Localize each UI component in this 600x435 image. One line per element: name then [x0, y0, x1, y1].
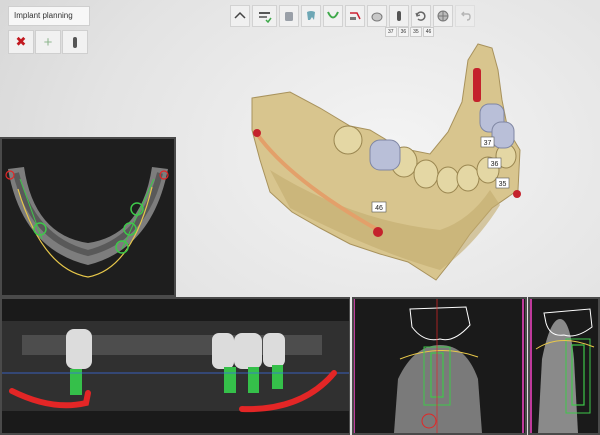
svg-text:36: 36	[491, 161, 499, 168]
arch-button[interactable]	[323, 5, 344, 27]
tooth-label-37: 37	[480, 136, 495, 148]
scan-button[interactable]	[345, 5, 366, 27]
scan-icon	[350, 12, 361, 20]
arch-icon	[327, 11, 340, 19]
undo-icon	[461, 11, 471, 21]
sphere-button[interactable]	[367, 5, 388, 27]
globe-icon	[437, 10, 449, 22]
3d-mandible-view[interactable]: 37 36 35 46	[230, 30, 550, 290]
crown-icon	[285, 12, 294, 21]
implant-icon	[397, 11, 402, 21]
implant-button[interactable]	[62, 30, 88, 54]
tooth-label-35: 35	[495, 177, 510, 189]
nerve-tracing-button[interactable]	[251, 5, 278, 27]
panoramic-view[interactable]	[0, 297, 350, 435]
cross-section-view-2[interactable]	[528, 297, 600, 435]
nerve-end-marker	[513, 190, 521, 198]
nerve-tracing-icon	[258, 12, 272, 23]
collapse-button[interactable]	[230, 5, 250, 27]
crown-button[interactable]	[279, 5, 300, 27]
svg-text:37: 37	[484, 140, 492, 147]
panel-title: Implant planning	[8, 6, 90, 26]
top-toolbar	[230, 5, 476, 27]
add-implant-button[interactable]: +	[35, 30, 61, 54]
rotate-icon	[415, 11, 426, 21]
implant-icon	[73, 36, 77, 48]
tooth-button[interactable]	[301, 5, 322, 27]
planning-tools: ✖ +	[8, 30, 88, 54]
plus-icon: +	[43, 33, 53, 51]
tooth-icon	[307, 11, 316, 20]
implant-tool-button[interactable]	[389, 5, 410, 27]
svg-text:46: 46	[375, 205, 383, 212]
implant-37[interactable]	[473, 68, 481, 102]
close-button[interactable]: ✖	[8, 30, 34, 54]
close-icon: ✖	[15, 34, 27, 49]
cross-section-view[interactable]	[352, 297, 527, 435]
rotate-button[interactable]	[411, 5, 432, 27]
axial-slice-view[interactable]	[0, 137, 176, 297]
svg-text:35: 35	[499, 181, 507, 188]
undo-button[interactable]	[455, 5, 476, 27]
tooth-label-36: 36	[487, 157, 502, 169]
globe-button[interactable]	[433, 5, 454, 27]
nerve-end-marker	[373, 227, 383, 237]
chevron-up-icon	[234, 11, 246, 19]
sphere-icon	[371, 12, 383, 22]
nerve-end-marker	[253, 129, 261, 137]
tooth-label-46: 46	[371, 201, 387, 213]
